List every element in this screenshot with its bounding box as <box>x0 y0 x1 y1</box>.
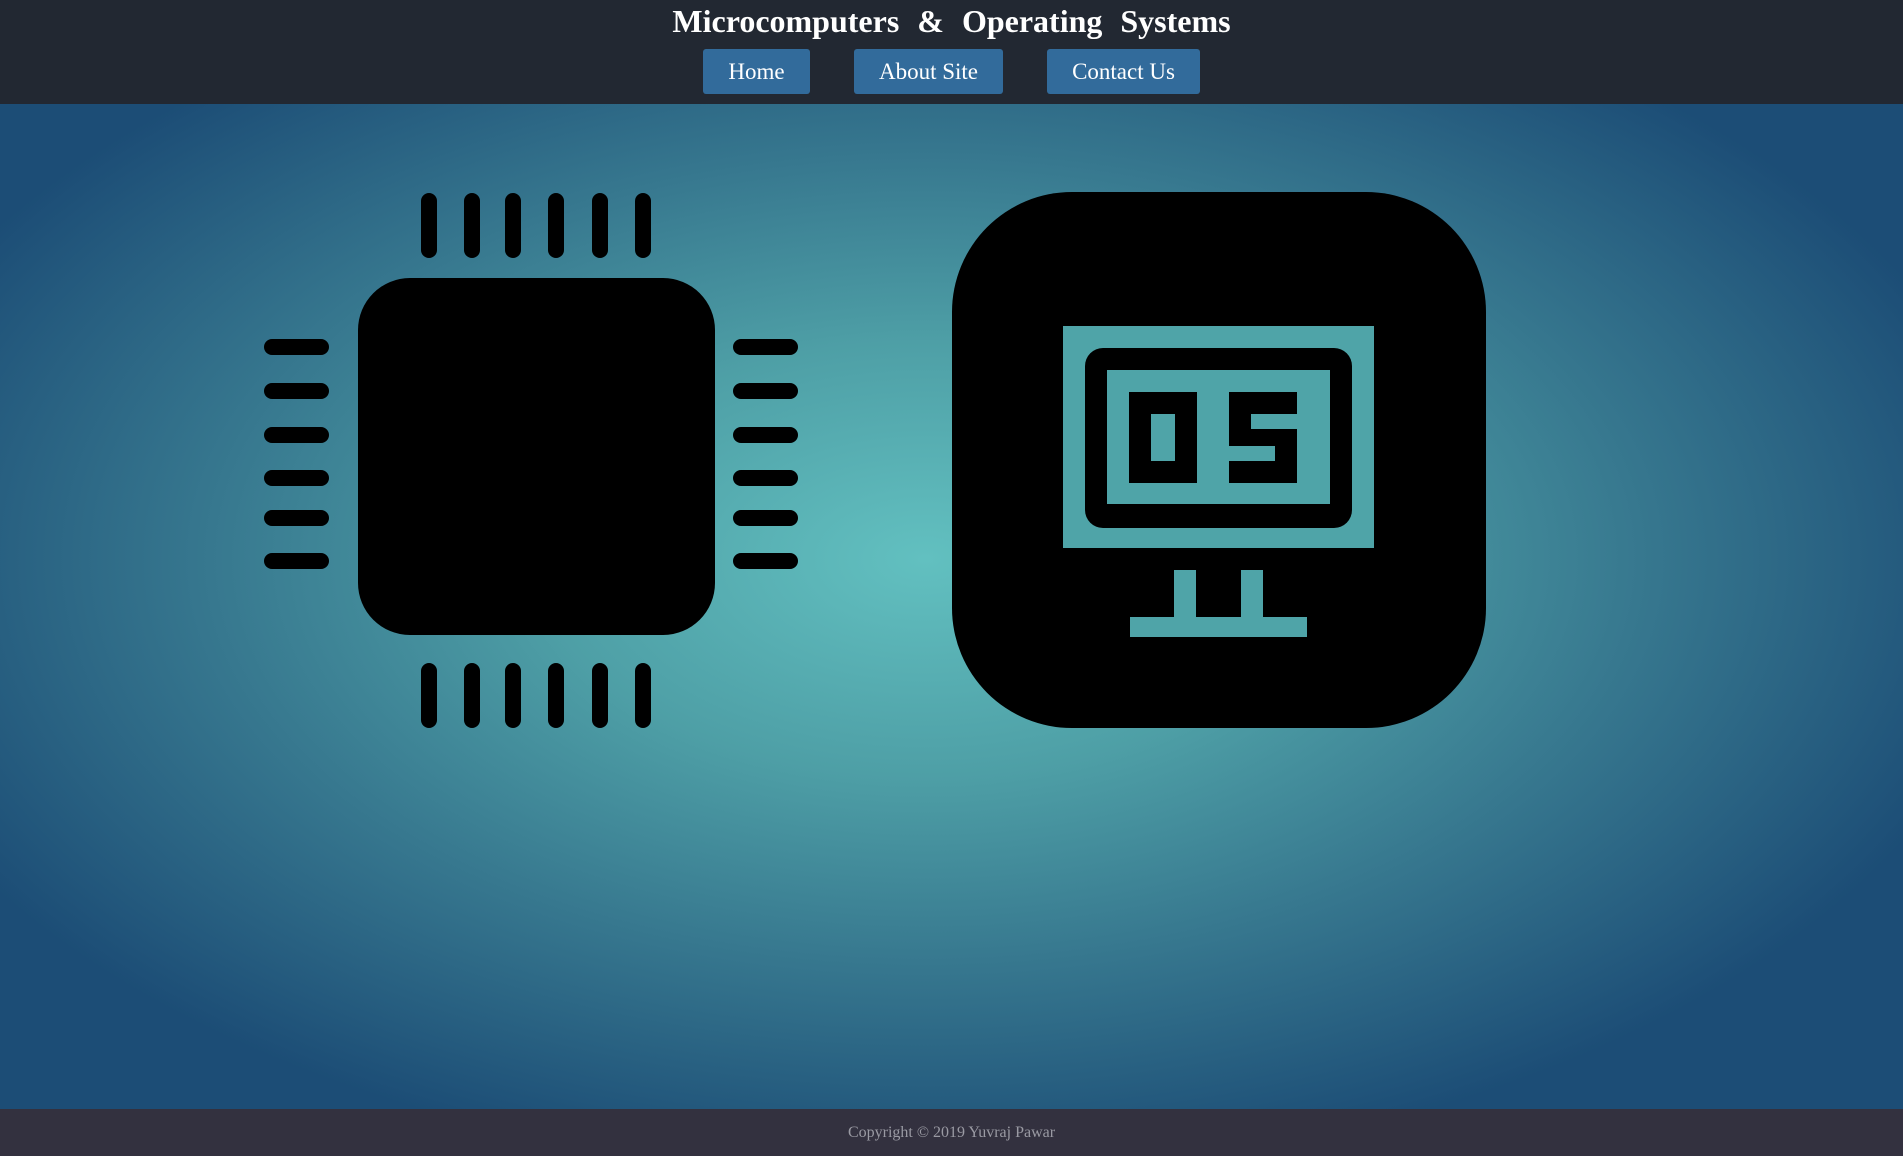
main-content <box>0 104 1903 1109</box>
nav-contact-button[interactable]: Contact Us <box>1047 49 1200 94</box>
nav-home-button[interactable]: Home <box>703 49 810 94</box>
copyright-text: Copyright © 2019 Yuvraj Pawar <box>847 1124 1056 1141</box>
site-header: Microcomputers & Operating Systems Home … <box>0 0 1903 104</box>
microchip-icon <box>264 193 798 728</box>
site-title: Microcomputers & Operating Systems <box>672 3 1231 39</box>
page: Microcomputers & Operating Systems Home … <box>0 0 1903 1156</box>
os-monitor-icon <box>952 192 1486 728</box>
nav-about-button[interactable]: About Site <box>854 49 1003 94</box>
site-footer: Copyright © 2019 Yuvraj Pawar <box>0 1109 1903 1156</box>
